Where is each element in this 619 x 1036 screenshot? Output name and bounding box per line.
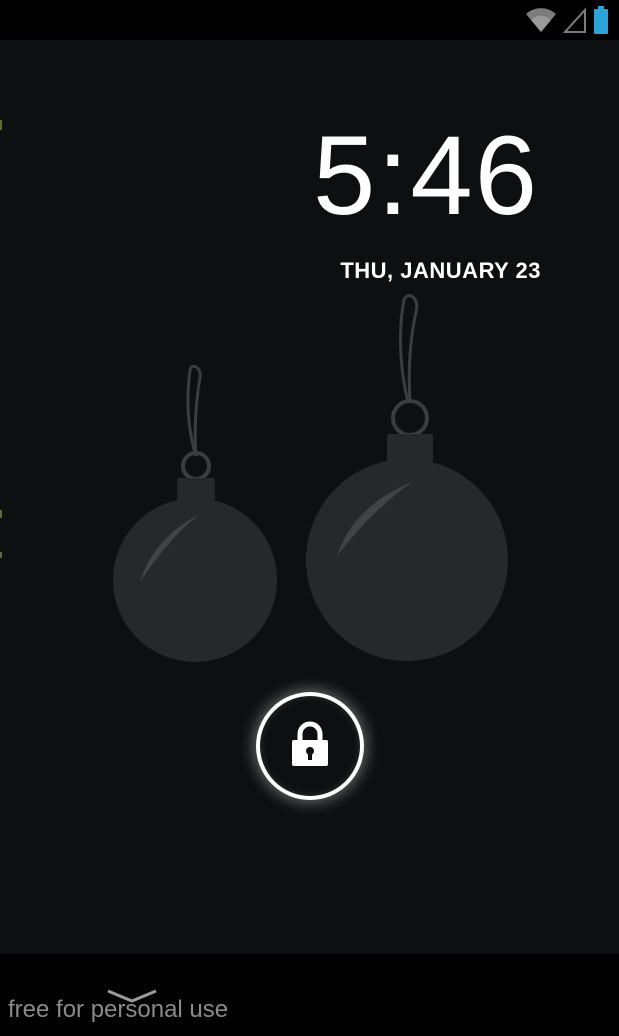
large-ornament-hook: [399, 294, 419, 403]
watermark-text: free for personal use: [8, 996, 229, 1023]
large-ornament: [306, 459, 508, 661]
small-ornament-cap: [177, 478, 215, 500]
large-ornament-cap: [387, 434, 433, 462]
small-ornament-loop: [181, 451, 211, 481]
unlock-button[interactable]: [256, 692, 364, 800]
large-ornament-loop: [391, 399, 429, 437]
small-ornament-hook: [186, 364, 202, 457]
navigation-bar[interactable]: free for personal use: [0, 954, 619, 1036]
padlock-icon: [290, 720, 330, 772]
small-ornament: [113, 498, 277, 662]
lockscreen-date: THU, JANUARY 23: [340, 258, 541, 283]
lockscreen-clock: 5:46: [313, 113, 539, 238]
